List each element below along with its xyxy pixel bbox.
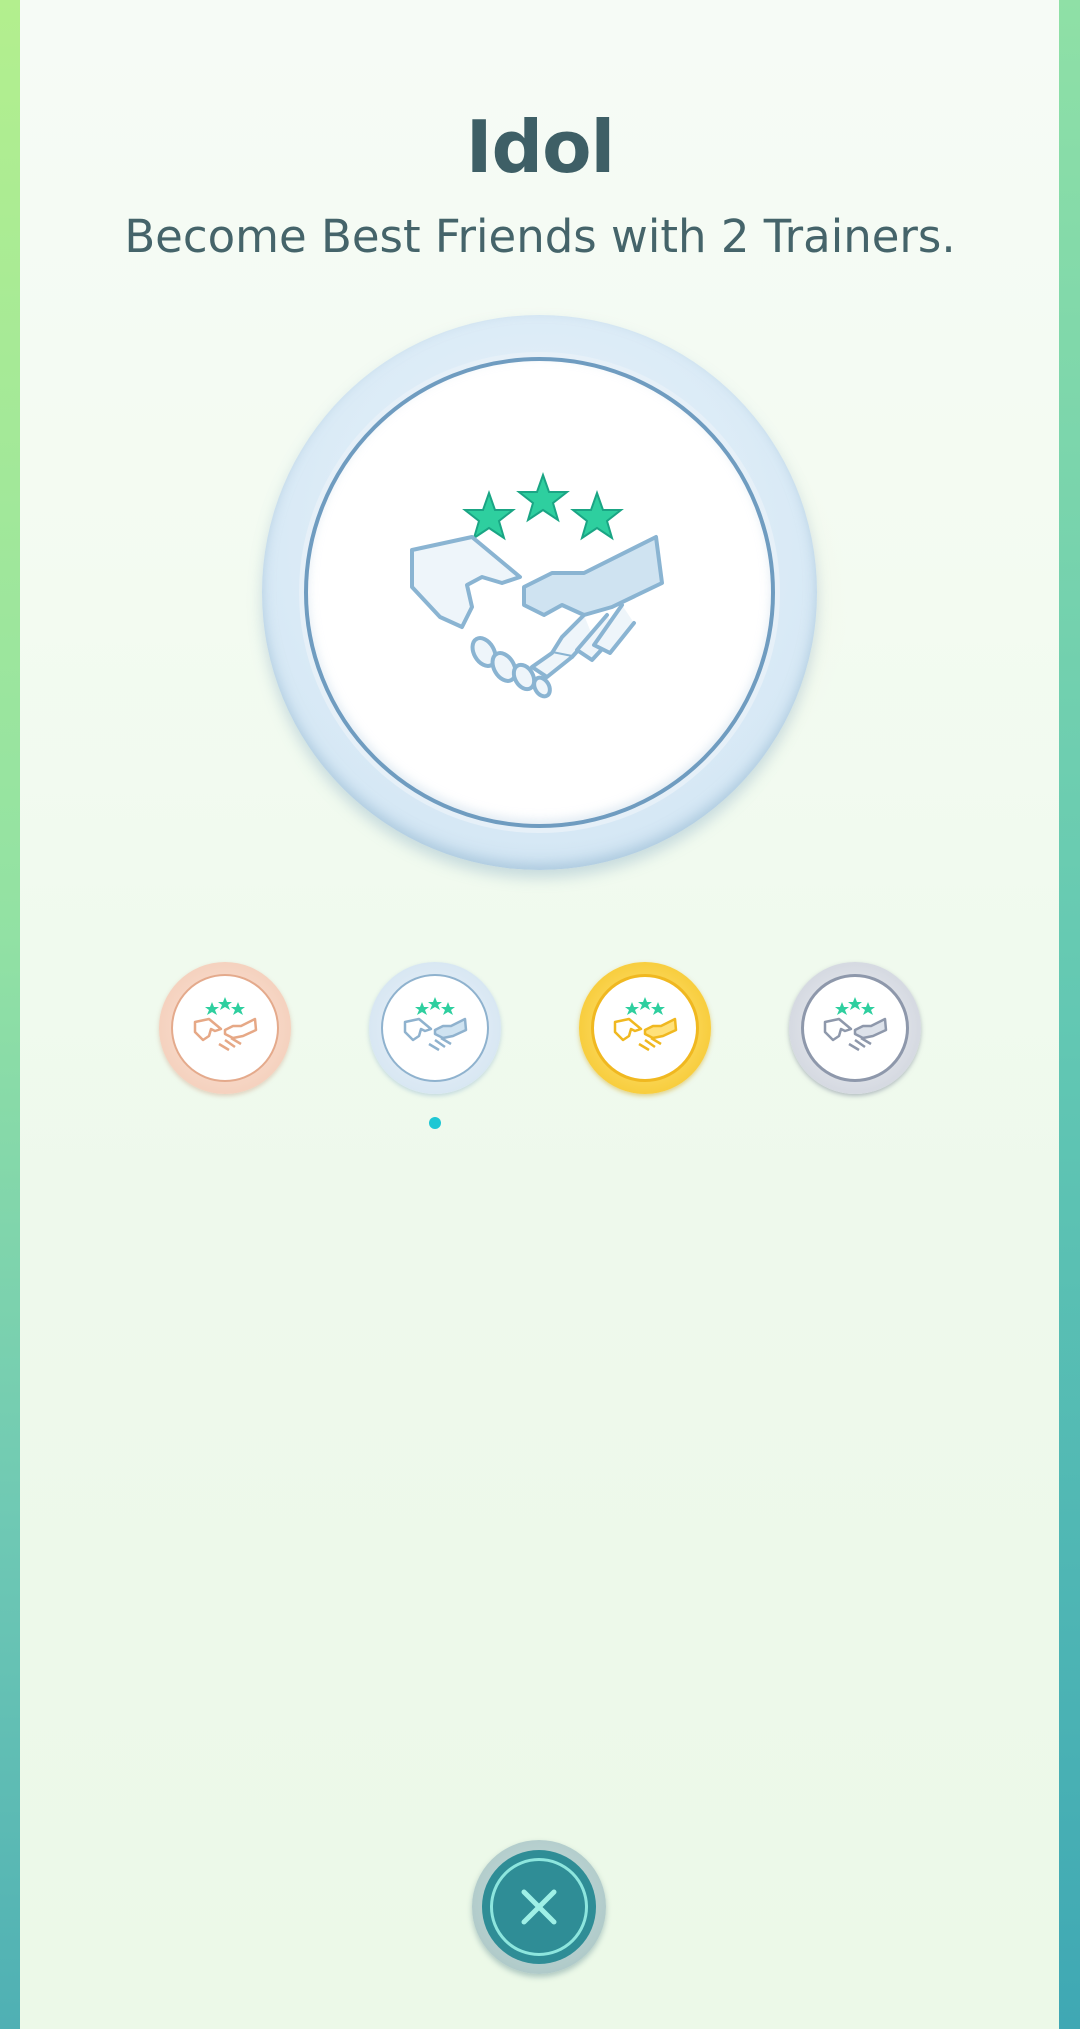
- close-icon: [521, 1889, 557, 1925]
- medal-tier-platinum[interactable]: [789, 962, 921, 1094]
- handshake-with-stars-icon: [410, 471, 664, 699]
- handshake-with-stars-icon: [403, 997, 468, 1052]
- handshake-with-stars-icon: [193, 997, 258, 1052]
- medal-tier-gold[interactable]: [579, 962, 711, 1094]
- background-rail-right: [1058, 0, 1080, 2029]
- handshake-with-stars-icon: [823, 997, 888, 1052]
- medal-title: Idol: [465, 105, 615, 189]
- selected-tier-indicator: [429, 1117, 441, 1129]
- close-button[interactable]: [472, 1840, 606, 1974]
- medal-tier-bronze[interactable]: [159, 962, 291, 1094]
- handshake-with-stars-icon: [613, 997, 678, 1052]
- medal-tier-silver[interactable]: [369, 962, 501, 1094]
- medal-description: Become Best Friends with 2 Trainers.: [124, 210, 956, 263]
- medal-large-badge: [262, 315, 817, 870]
